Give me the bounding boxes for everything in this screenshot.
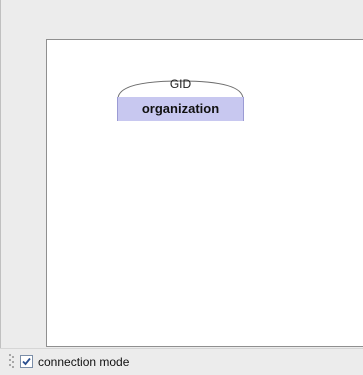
entity-attribute-label: GID: [169, 77, 192, 91]
panel-left-edge: [0, 0, 10, 348]
connection-mode-label: connection mode: [38, 355, 130, 369]
drag-handle-icon[interactable]: [9, 354, 15, 370]
diagram-panel: GID organization connection mode: [0, 0, 363, 375]
top-toolbar-area: [0, 0, 363, 18]
connection-mode-checkbox[interactable]: [20, 355, 33, 368]
checkmark-icon: [22, 357, 31, 366]
status-bar: connection mode: [0, 348, 363, 375]
entity-organization[interactable]: GID organization: [117, 77, 244, 123]
entity-name-label: organization: [117, 97, 244, 121]
diagram-canvas[interactable]: GID organization: [46, 39, 363, 347]
